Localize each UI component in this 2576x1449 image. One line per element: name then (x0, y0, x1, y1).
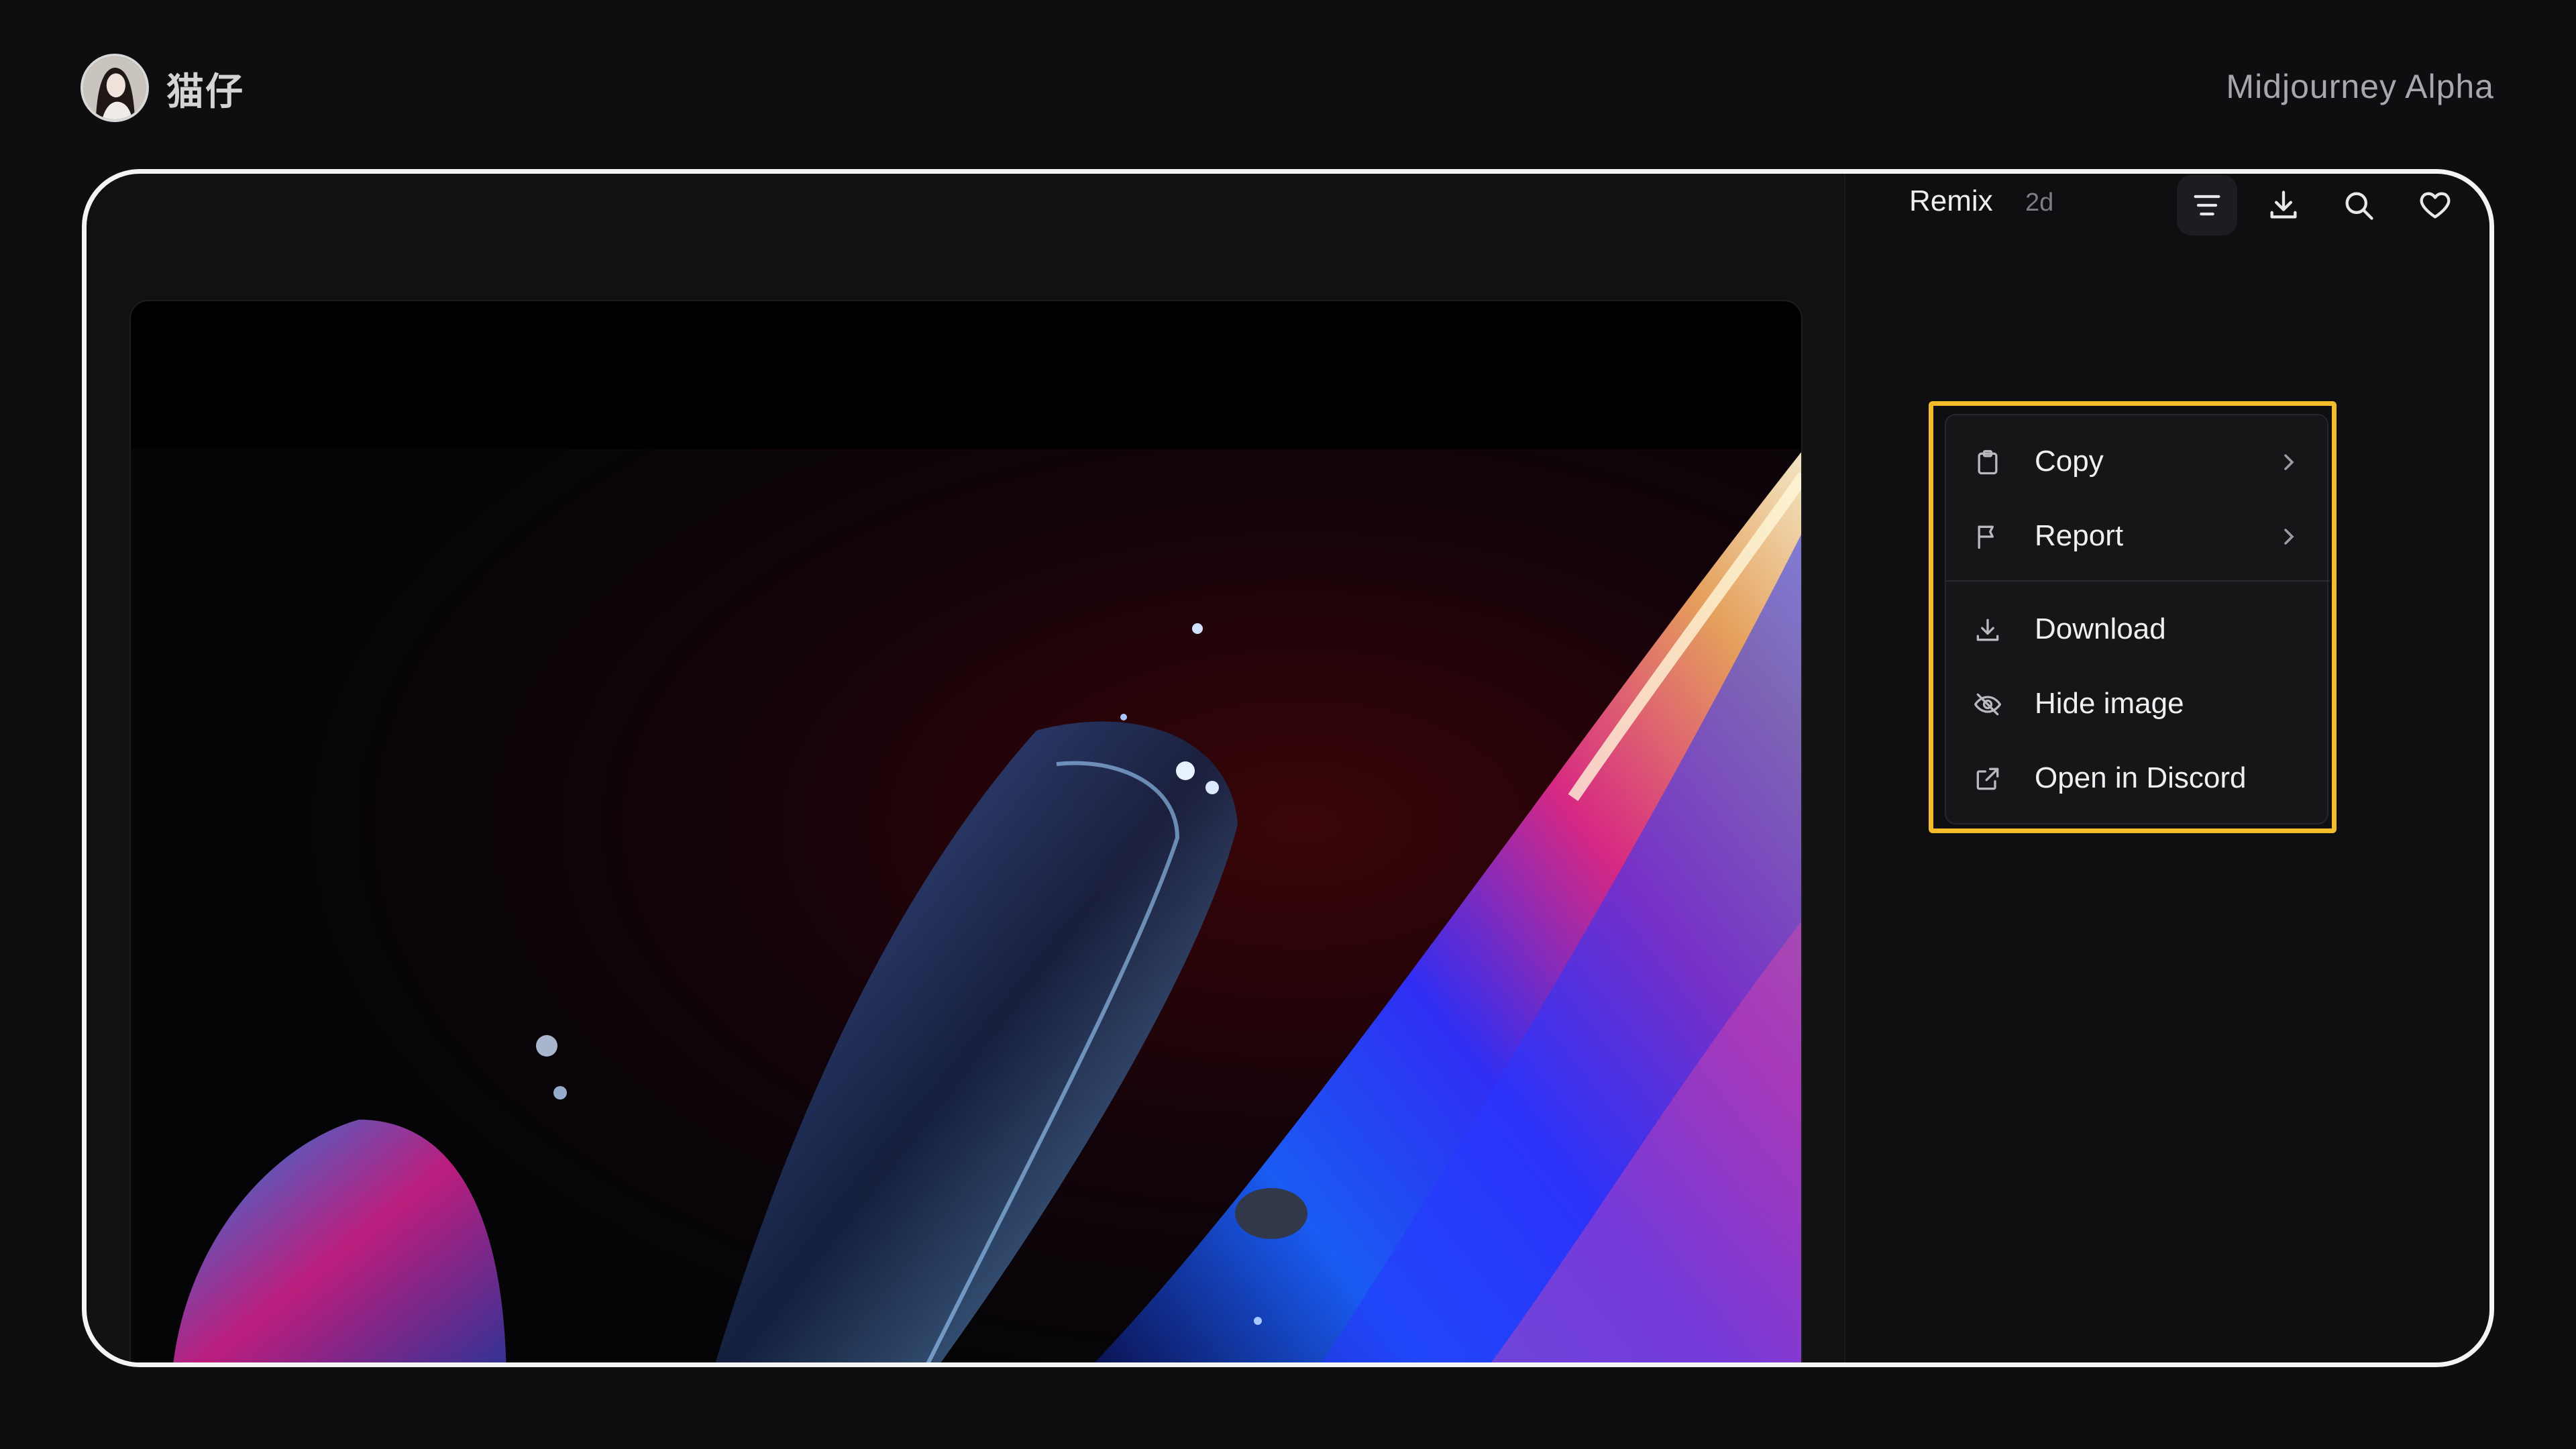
image-panel (129, 300, 1803, 1362)
post-age: 2d (2025, 189, 2054, 217)
download-button[interactable] (2253, 175, 2314, 235)
brand-title: Midjourney Alpha (2226, 68, 2494, 105)
menu-item-report[interactable]: Report (1946, 504, 2330, 569)
heart-icon (2420, 192, 2451, 219)
username[interactable]: 猫仔 (166, 62, 244, 116)
menu-icon (2194, 195, 2220, 216)
menu-divider (1946, 580, 2330, 582)
flag-icon (1973, 522, 2002, 551)
menu-item-label: Report (2035, 519, 2124, 552)
eye-off-icon (1973, 690, 2002, 719)
context-menu: Copy Report Download Hide image Open in … (1945, 414, 2330, 824)
menu-item-label: Open in Discord (2035, 761, 2247, 794)
external-link-icon (1973, 764, 2002, 794)
chevron-right-icon (2277, 450, 2299, 474)
like-button[interactable] (2405, 175, 2465, 235)
top-bar: 猫仔 Midjourney Alpha (0, 0, 2576, 168)
download-icon (2270, 191, 2297, 219)
menu-item-label: Copy (2035, 445, 2104, 478)
search-button[interactable] (2328, 175, 2389, 235)
avatar[interactable] (80, 54, 149, 122)
chevron-right-icon (2277, 525, 2299, 549)
menu-button[interactable] (2177, 175, 2237, 235)
menu-item-download[interactable]: Download (1946, 598, 2330, 662)
detail-frame: Remix 2d Copy Report Download Hide image… (82, 169, 2494, 1367)
menu-item-copy[interactable]: Copy (1946, 430, 2330, 494)
artwork-image[interactable] (131, 449, 1801, 1362)
avatar-portrait-icon (83, 56, 146, 119)
search-icon (2345, 192, 2373, 220)
menu-item-label: Download (2035, 612, 2166, 645)
menu-item-hide-image[interactable]: Hide image (1946, 672, 2330, 737)
remix-label[interactable]: Remix (1909, 184, 1993, 218)
clipboard-icon (1973, 447, 2002, 477)
download-icon (1973, 615, 2002, 645)
menu-item-open-in-discord[interactable]: Open in Discord (1946, 747, 2330, 811)
menu-item-label: Hide image (2035, 687, 2184, 720)
